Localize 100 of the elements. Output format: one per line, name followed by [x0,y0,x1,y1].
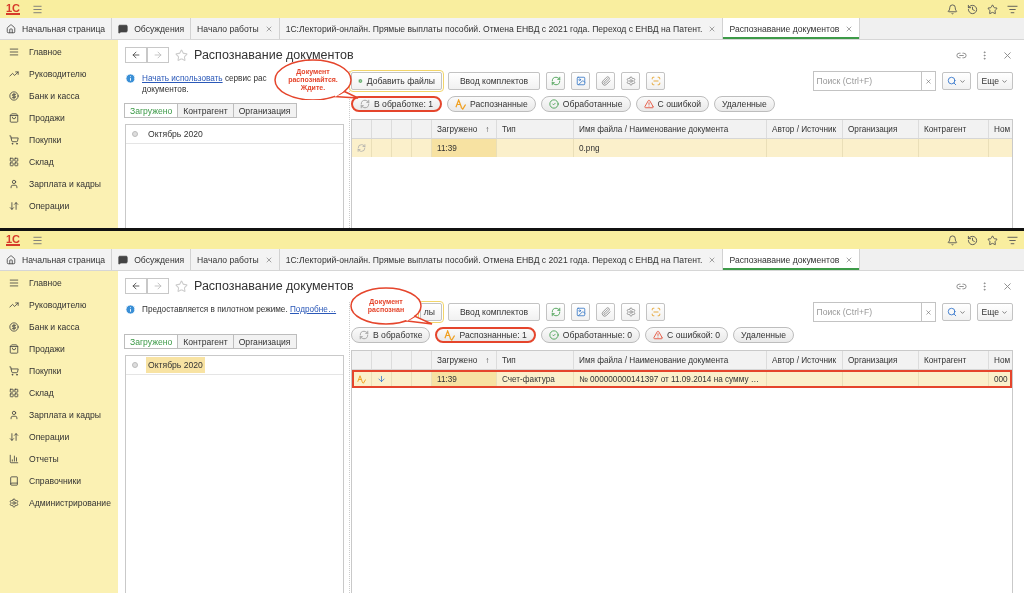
settings-button[interactable] [621,72,640,90]
column-header[interactable]: Загружено [437,124,478,134]
search-button[interactable] [941,72,971,90]
star-icon[interactable] [987,234,998,246]
favorite-icon[interactable] [175,48,188,62]
tree-item[interactable]: Октябрь 2020 [146,357,205,373]
column-header[interactable]: Ном [994,124,1011,134]
search-button[interactable] [941,303,971,321]
more-button[interactable]: Еще [976,72,1013,90]
add-files-button[interactable]: Добавить файлы [351,72,442,90]
table-row[interactable]: 11:39 Счет-фактура № 000000000141397 от 11.09.2014 на сумму … 000 [352,370,1012,388]
app-logo[interactable]: 1С [6,234,21,246]
filter-chip[interactable]: С ошибкой [635,96,709,112]
sidebar-item[interactable]: Руководителю [0,63,118,85]
menu-icon[interactable] [32,234,44,246]
settings-button[interactable] [621,303,640,321]
sidebar-item[interactable]: Склад [0,151,118,173]
attach-button[interactable] [596,72,615,90]
close-icon[interactable] [708,24,717,33]
refresh-button[interactable] [546,303,565,321]
scan-button[interactable] [646,303,665,321]
more-button[interactable]: Еще [976,303,1013,321]
column-header[interactable]: Имя файла / Наименование документа [579,355,729,365]
bell-icon[interactable] [947,234,958,246]
sidebar-item[interactable]: Главное [0,272,118,294]
sidebar-item[interactable]: Отчеты [0,448,118,470]
column-header[interactable]: Организация [848,355,898,365]
sidebar-item[interactable]: Банк и касса [0,85,118,107]
close-icon[interactable] [264,24,273,33]
table-row[interactable]: 11:39 0.png [352,139,1012,157]
back-button[interactable] [125,47,147,63]
close-icon[interactable] [1002,49,1013,61]
sidebar-item[interactable]: Покупки [0,129,118,151]
filter-tab[interactable]: Загружено [124,103,179,118]
column-header[interactable]: Контрагент [924,124,967,134]
bell-icon[interactable] [947,3,958,15]
info-link[interactable]: Начать использовать [142,74,223,83]
search-field[interactable]: Поиск (Ctrl+F) [812,302,922,322]
filter-tab[interactable]: Контрагент [177,334,234,349]
column-header[interactable]: Тип [502,355,516,365]
forward-button[interactable] [147,47,169,63]
back-button[interactable] [125,278,147,294]
filter-chip[interactable]: В обработке: 1 [351,96,443,112]
sidebar-item[interactable]: Справочники [0,470,118,492]
kit-button[interactable]: Ввод комплектов [448,72,540,90]
image-button[interactable] [571,72,590,90]
menu-icon[interactable] [1007,3,1018,15]
sidebar-item[interactable]: Руководителю [0,294,118,316]
filter-chip[interactable]: В обработке [351,327,431,343]
app-logo[interactable]: 1С [6,3,21,15]
column-header[interactable]: Организация [848,124,898,134]
history-icon[interactable] [967,3,978,15]
close-icon[interactable] [708,255,717,264]
column-header[interactable]: Автор / Источник [772,124,837,134]
sidebar-item[interactable]: Продажи [0,107,118,129]
column-header[interactable]: Загружено [437,355,478,365]
close-icon[interactable] [264,255,273,264]
close-icon[interactable] [845,24,854,33]
menu-icon[interactable] [32,3,44,15]
filter-chip[interactable]: Обработанные: 0 [540,327,641,343]
history-icon[interactable] [967,234,978,246]
close-icon[interactable] [845,255,854,264]
sidebar-item[interactable]: Зарплата и кадры [0,404,118,426]
attach-button[interactable] [596,303,615,321]
menu-icon[interactable] [1007,234,1018,246]
tab[interactable]: Распознавание документов [723,249,861,270]
column-header[interactable]: Имя файла / Наименование документа [579,124,729,134]
sidebar-item[interactable]: Зарплата и кадры [0,173,118,195]
sidebar-item[interactable]: Операции [0,195,118,217]
forward-button[interactable] [147,278,169,294]
column-header[interactable]: Тип [502,124,516,134]
scan-button[interactable] [646,72,665,90]
sidebar-item[interactable]: Банк и касса [0,316,118,338]
image-button[interactable] [571,303,590,321]
search-field[interactable]: Поиск (Ctrl+F) [812,71,922,91]
filter-chip[interactable]: Обработанные [540,96,631,112]
filter-tab[interactable]: Организация [232,334,297,349]
close-icon[interactable] [1002,280,1013,292]
column-header[interactable]: Ном [994,355,1011,365]
filter-chip[interactable]: Распознанные: 1 [435,327,536,343]
info-link[interactable]: Подробне… [289,305,337,314]
add-files-button[interactable]: лы [420,303,442,321]
sidebar-item[interactable]: Склад [0,382,118,404]
filter-chip[interactable]: Распознанные [447,96,536,112]
favorite-icon[interactable] [175,279,188,293]
tree-item[interactable]: Октябрь 2020 [146,126,205,142]
filter-chip[interactable]: Удаленные [733,327,794,343]
column-header[interactable]: Контрагент [924,355,967,365]
column-header[interactable]: Автор / Источник [772,355,837,365]
filter-tab[interactable]: Загружено [124,334,179,349]
sidebar-item[interactable]: Покупки [0,360,118,382]
filter-chip[interactable]: Удаленные [714,96,775,112]
filter-tab[interactable]: Организация [232,103,297,118]
sidebar-item[interactable]: Администрирование [0,492,118,514]
sidebar-item[interactable]: Продажи [0,338,118,360]
filter-chip[interactable]: С ошибкой: 0 [645,327,729,343]
sidebar-item[interactable]: Главное [0,41,118,63]
star-icon[interactable] [987,3,998,15]
tab[interactable]: Распознавание документов [723,18,861,39]
filter-tab[interactable]: Контрагент [177,103,234,118]
